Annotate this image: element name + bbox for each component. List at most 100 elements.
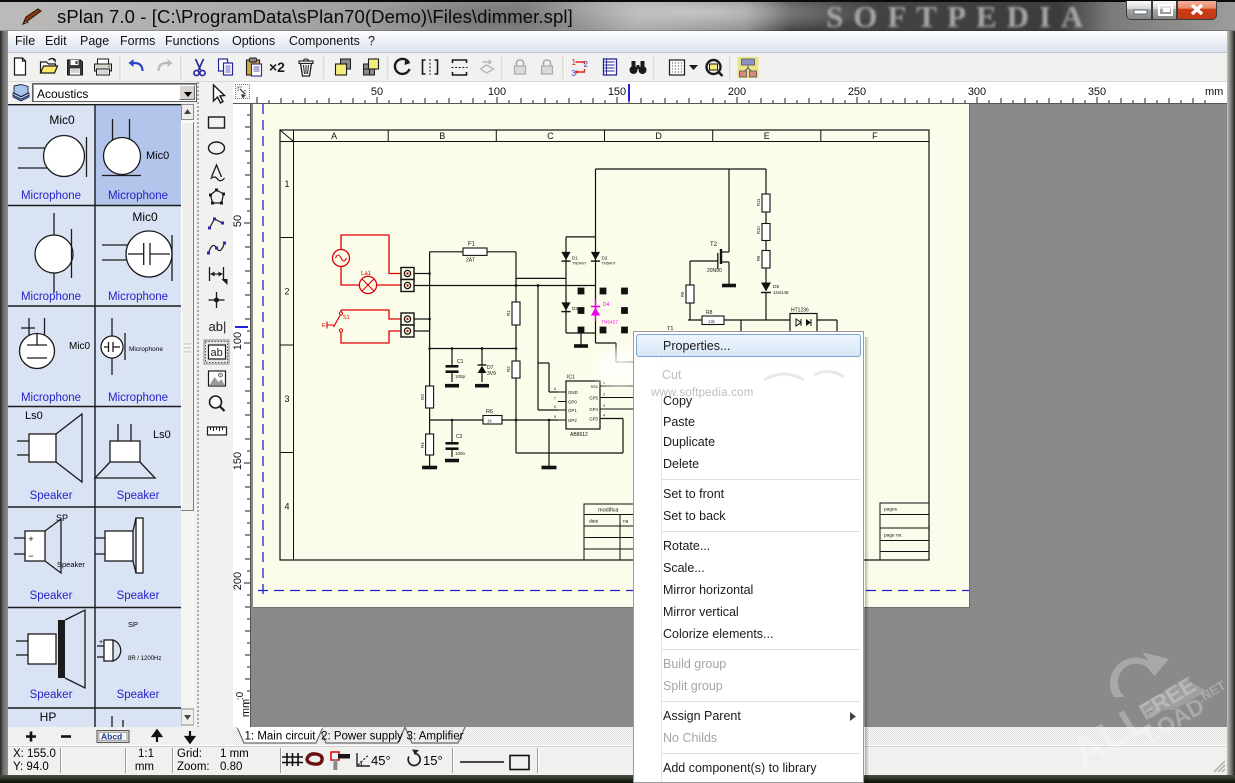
svg-text:300: 300 <box>968 86 986 98</box>
svg-text:Mic0: Mic0 <box>146 150 169 162</box>
svg-text:R5: R5 <box>680 291 685 297</box>
svg-text:HT1236: HT1236 <box>791 308 809 314</box>
svg-text:GP3: GP3 <box>589 416 598 421</box>
svg-text:R1: R1 <box>506 310 511 316</box>
svg-text:3V9: 3V9 <box>487 371 496 377</box>
svg-text:F: F <box>872 131 878 141</box>
svg-text:R6: R6 <box>486 409 493 415</box>
svg-text:GP5: GP5 <box>589 395 598 400</box>
svg-text:R11: R11 <box>756 198 761 206</box>
svg-text:Speaker: Speaker <box>117 590 160 602</box>
svg-text:Mic0: Mic0 <box>49 113 75 127</box>
svg-text:La1: La1 <box>361 271 372 277</box>
svg-text:A: A <box>331 131 337 141</box>
svg-text:R9: R9 <box>756 255 761 261</box>
svg-text:150: 150 <box>233 452 244 470</box>
svg-text:3: 3 <box>572 69 577 78</box>
svg-text:page no.: page no. <box>884 534 903 539</box>
svg-text:modifica: modifica <box>598 508 619 514</box>
svg-text:1: Main circuit: 1: Main circuit <box>245 731 317 743</box>
svg-text:20N90: 20N90 <box>707 268 722 274</box>
svg-text:Speaker: Speaker <box>117 490 160 502</box>
svg-text:50: 50 <box>233 215 244 227</box>
svg-text:+: + <box>99 639 103 646</box>
svg-text:GP0: GP0 <box>568 399 577 404</box>
svg-text:200: 200 <box>233 572 244 590</box>
svg-text:1N4148: 1N4148 <box>773 290 789 295</box>
svg-text:Microphone: Microphone <box>21 190 81 202</box>
svg-text:4: 4 <box>603 414 605 418</box>
svg-text:7: 7 <box>554 397 556 401</box>
svg-text:100: 100 <box>233 332 244 350</box>
svg-text:4: 4 <box>284 501 289 511</box>
svg-text:−: − <box>28 551 33 561</box>
svg-text:2: 2 <box>284 286 289 296</box>
svg-text:5: 5 <box>554 415 556 419</box>
svg-text:SP: SP <box>128 620 138 629</box>
svg-text:3: 3 <box>603 404 605 408</box>
svg-text:C2: C2 <box>456 434 463 440</box>
svg-text:R10: R10 <box>756 226 761 234</box>
svg-text:D3: D3 <box>572 306 578 311</box>
svg-text:8R / 1200Hz: 8R / 1200Hz <box>128 656 161 662</box>
svg-text:T2: T2 <box>710 242 718 248</box>
svg-text:50: 50 <box>371 86 383 98</box>
svg-text:HP: HP <box>40 710 57 724</box>
svg-text:date: date <box>589 519 599 525</box>
svg-text:S1: S1 <box>343 315 350 321</box>
svg-text:Microphone: Microphone <box>108 392 168 404</box>
svg-text:Microphone: Microphone <box>108 190 168 202</box>
svg-text:E: E <box>764 131 770 141</box>
svg-text:D4: D4 <box>603 302 610 308</box>
svg-text:AB8612: AB8612 <box>570 432 588 438</box>
svg-text:R3: R3 <box>420 394 425 400</box>
svg-text:GP4: GP4 <box>589 407 598 412</box>
svg-text:3: Amplifier: 3: Amplifier <box>407 731 464 743</box>
svg-text:mm: mm <box>1205 86 1223 98</box>
svg-text:GND: GND <box>568 390 578 395</box>
svg-text:100n: 100n <box>455 451 466 456</box>
svg-text:350: 350 <box>1088 86 1106 98</box>
svg-text:15°: 15° <box>423 753 443 768</box>
svg-text:Mic0: Mic0 <box>69 341 91 352</box>
svg-text:Microphone: Microphone <box>108 291 168 303</box>
svg-text:Speaker: Speaker <box>30 590 73 602</box>
svg-text:Ls0: Ls0 <box>153 429 171 441</box>
svg-text:Speaker: Speaker <box>117 689 160 701</box>
svg-text:IC1: IC1 <box>567 375 575 381</box>
svg-text:0: 0 <box>554 405 556 409</box>
svg-text:13k: 13k <box>708 319 716 324</box>
svg-text:TN5407: TN5407 <box>572 261 587 266</box>
svg-text:R4: R4 <box>420 442 425 448</box>
svg-text:D: D <box>655 131 662 141</box>
svg-text:×2: ×2 <box>269 59 285 75</box>
svg-text:na: na <box>623 520 629 525</box>
svg-text::0: :0 <box>235 691 246 700</box>
svg-text:250: 250 <box>848 86 866 98</box>
svg-text:Microphone: Microphone <box>21 291 81 303</box>
svg-text:6: 6 <box>554 387 556 391</box>
svg-text:Microphone: Microphone <box>21 392 81 404</box>
svg-text:ab|: ab| <box>209 319 227 334</box>
svg-text:1: 1 <box>284 179 289 189</box>
svg-text:ab: ab <box>211 347 223 359</box>
svg-text:2: 2 <box>603 393 605 397</box>
svg-text:Speaker: Speaker <box>57 560 85 569</box>
svg-text:3: 3 <box>284 394 289 404</box>
svg-text:F1: F1 <box>468 242 476 248</box>
svg-text:E: E <box>322 323 326 329</box>
svg-text:100p: 100p <box>455 374 466 379</box>
svg-text:R8: R8 <box>706 310 713 316</box>
svg-text:2AT: 2AT <box>466 258 475 264</box>
svg-text:1k: 1k <box>487 419 493 424</box>
svg-text:Speaker: Speaker <box>30 490 73 502</box>
svg-text:200: 200 <box>728 86 746 98</box>
svg-text:C1: C1 <box>457 359 464 365</box>
svg-text:Abcd: Abcd <box>101 732 122 742</box>
svg-text:45°: 45° <box>371 753 391 768</box>
svg-text:2: Power supply: 2: Power supply <box>321 731 403 743</box>
svg-text:TN5407: TN5407 <box>602 261 617 266</box>
svg-text:TN5427: TN5427 <box>601 320 618 326</box>
svg-text:Speaker: Speaker <box>30 689 73 701</box>
svg-text:+: + <box>28 534 33 544</box>
